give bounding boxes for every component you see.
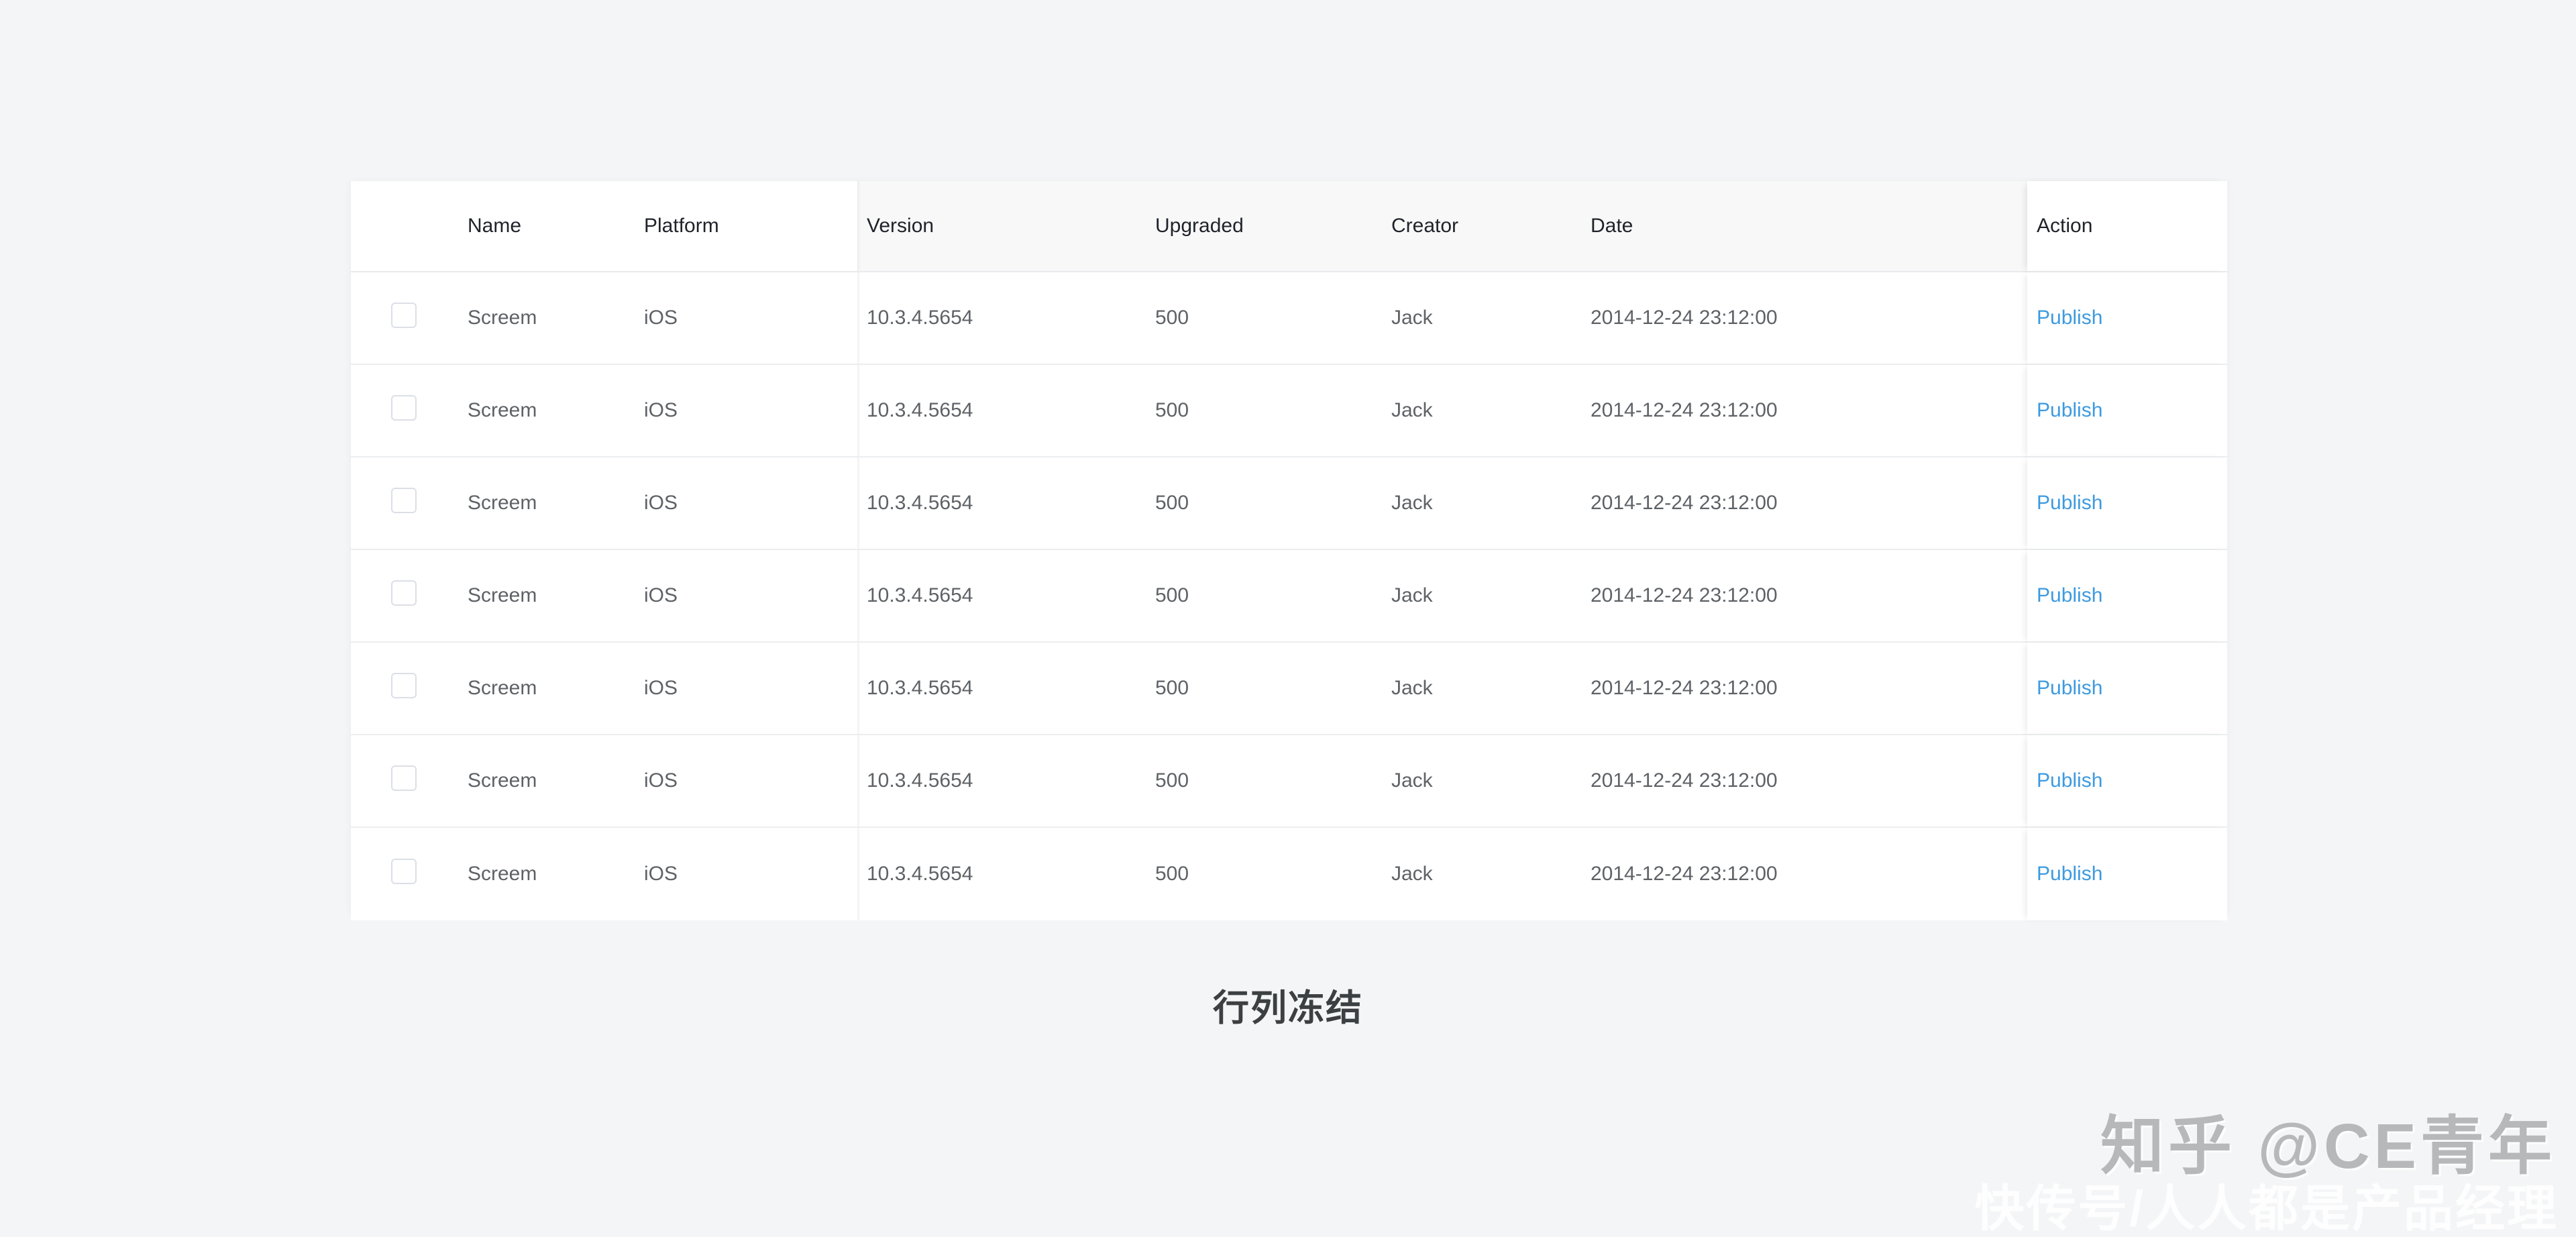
cell-version: 10.3.4.5654 — [857, 828, 1146, 920]
cell-upgraded: 500 — [1146, 735, 1382, 828]
table-row[interactable]: Screem iOS 10.3.4.5654 500 Jack 2014-12-24 23… — [351, 550, 2227, 643]
cell-action: Publish — [2027, 550, 2227, 643]
header-upgraded[interactable]: Upgraded — [1146, 181, 1382, 272]
cell-version: 10.3.4.5654 — [857, 272, 1146, 365]
cell-upgraded: 500 — [1146, 643, 1382, 735]
header-action[interactable]: Action — [2027, 181, 2227, 272]
cell-date: 2014-12-24 23:12:00 — [1581, 735, 2027, 828]
row-checkbox-cell[interactable] — [351, 458, 458, 550]
watermark-secondary: 快传号/人人都是产品经理 — [1974, 1181, 2559, 1236]
row-checkbox-cell[interactable] — [351, 365, 458, 458]
cell-name: Screem — [458, 735, 635, 828]
cell-action: Publish — [2027, 643, 2227, 735]
cell-upgraded: 500 — [1146, 550, 1382, 643]
table-row[interactable]: Screem iOS 10.3.4.5654 500 Jack 2014-12-24 23… — [351, 365, 2227, 458]
cell-date: 2014-12-24 23:12:00 — [1581, 272, 2027, 365]
cell-creator: Jack — [1382, 458, 1581, 550]
frozen-table-card: Name Platform Version Upgraded Creator D… — [351, 181, 2227, 920]
cell-creator: Jack — [1382, 828, 1581, 920]
table-body: Screem iOS 10.3.4.5654 500 Jack 2014-12-24 23… — [351, 272, 2227, 920]
cell-creator: Jack — [1382, 643, 1581, 735]
cell-date: 2014-12-24 23:12:00 — [1581, 643, 2027, 735]
publish-link[interactable]: Publish — [2027, 307, 2102, 329]
table-row[interactable]: Screem iOS 10.3.4.5654 500 Jack 2014-12-24 23… — [351, 458, 2227, 550]
cell-platform: iOS — [635, 458, 861, 550]
cell-version: 10.3.4.5654 — [857, 365, 1146, 458]
row-checkbox[interactable] — [391, 673, 417, 698]
cell-platform: iOS — [635, 365, 861, 458]
table-row[interactable]: Screem iOS 10.3.4.5654 500 Jack 2014-12-24 23… — [351, 272, 2227, 365]
cell-platform: iOS — [635, 828, 861, 920]
cell-name: Screem — [458, 458, 635, 550]
cell-name: Screem — [458, 365, 635, 458]
publish-link[interactable]: Publish — [2027, 399, 2102, 421]
publish-link[interactable]: Publish — [2027, 584, 2102, 606]
cell-action: Publish — [2027, 735, 2227, 828]
cell-version: 10.3.4.5654 — [857, 458, 1146, 550]
row-checkbox[interactable] — [391, 395, 417, 421]
row-checkbox-cell[interactable] — [351, 643, 458, 735]
cell-platform: iOS — [635, 735, 861, 828]
row-checkbox-cell[interactable] — [351, 550, 458, 643]
page-title: 行列冻结 — [1213, 988, 1363, 1028]
cell-name: Screem — [458, 550, 635, 643]
cell-upgraded: 500 — [1146, 828, 1382, 920]
cell-creator: Jack — [1382, 272, 1581, 365]
table-row[interactable]: Screem iOS 10.3.4.5654 500 Jack 2014-12-24 23… — [351, 643, 2227, 735]
cell-creator: Jack — [1382, 735, 1581, 828]
data-table: Name Platform Version Upgraded Creator D… — [351, 181, 2227, 920]
cell-action: Publish — [2027, 365, 2227, 458]
cell-creator: Jack — [1382, 550, 1581, 643]
row-checkbox[interactable] — [391, 488, 417, 513]
cell-version: 10.3.4.5654 — [857, 550, 1146, 643]
cell-creator: Jack — [1382, 365, 1581, 458]
cell-version: 10.3.4.5654 — [857, 643, 1146, 735]
header-date[interactable]: Date — [1581, 181, 2027, 272]
header-version[interactable]: Version — [857, 181, 1146, 272]
table-header: Name Platform Version Upgraded Creator D… — [351, 181, 2227, 272]
cell-action: Publish — [2027, 272, 2227, 365]
cell-upgraded: 500 — [1146, 458, 1382, 550]
row-checkbox[interactable] — [391, 765, 417, 791]
cell-name: Screem — [458, 272, 635, 365]
row-checkbox-cell[interactable] — [351, 272, 458, 365]
cell-name: Screem — [458, 828, 635, 920]
row-checkbox-cell[interactable] — [351, 828, 458, 920]
cell-date: 2014-12-24 23:12:00 — [1581, 365, 2027, 458]
table-header-row: Name Platform Version Upgraded Creator D… — [351, 181, 2227, 272]
cell-action: Publish — [2027, 458, 2227, 550]
header-creator[interactable]: Creator — [1382, 181, 1581, 272]
row-checkbox-cell[interactable] — [351, 735, 458, 828]
header-platform[interactable]: Platform — [635, 181, 861, 272]
publish-link[interactable]: Publish — [2027, 677, 2102, 699]
cell-name: Screem — [458, 643, 635, 735]
cell-upgraded: 500 — [1146, 272, 1382, 365]
cell-platform: iOS — [635, 643, 861, 735]
header-select-all[interactable] — [351, 181, 458, 272]
cell-date: 2014-12-24 23:12:00 — [1581, 828, 2027, 920]
publish-link[interactable]: Publish — [2027, 769, 2102, 792]
cell-upgraded: 500 — [1146, 365, 1382, 458]
cell-action: Publish — [2027, 828, 2227, 920]
publish-link[interactable]: Publish — [2027, 492, 2102, 514]
row-checkbox[interactable] — [391, 859, 417, 884]
header-name[interactable]: Name — [458, 181, 635, 272]
cell-version: 10.3.4.5654 — [857, 735, 1146, 828]
cell-date: 2014-12-24 23:12:00 — [1581, 458, 2027, 550]
table-row[interactable]: Screem iOS 10.3.4.5654 500 Jack 2014-12-24 23… — [351, 828, 2227, 920]
cell-platform: iOS — [635, 550, 861, 643]
row-checkbox[interactable] — [391, 303, 417, 328]
cell-date: 2014-12-24 23:12:00 — [1581, 550, 2027, 643]
table-row[interactable]: Screem iOS 10.3.4.5654 500 Jack 2014-12-24 23… — [351, 735, 2227, 828]
publish-link[interactable]: Publish — [2027, 863, 2102, 885]
row-checkbox[interactable] — [391, 580, 417, 606]
cell-platform: iOS — [635, 272, 861, 365]
